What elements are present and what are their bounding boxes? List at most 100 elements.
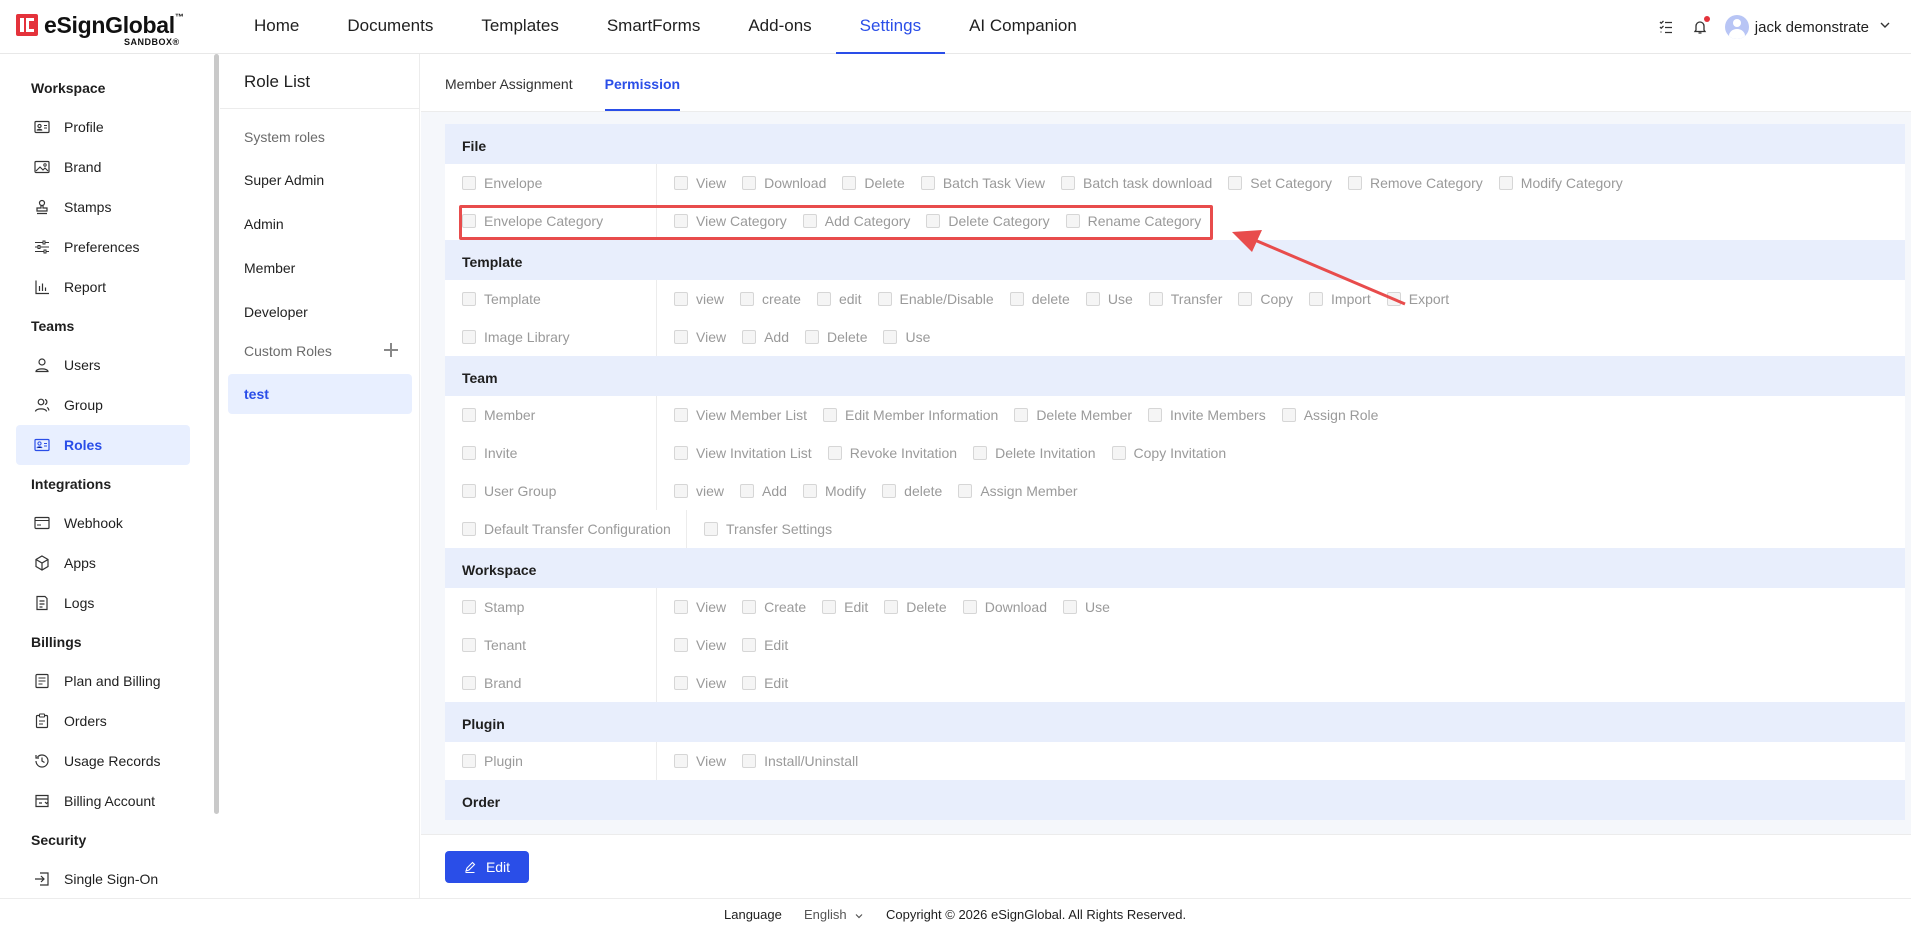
permission-option-remove-category[interactable]: Remove Category: [1347, 175, 1483, 191]
permission-option-use[interactable]: Use: [1085, 291, 1133, 307]
checkbox[interactable]: [958, 484, 973, 498]
nav-item-smartforms[interactable]: SmartForms: [583, 0, 725, 54]
role-item-test[interactable]: test: [228, 374, 412, 414]
checkbox[interactable]: [674, 446, 688, 460]
permission-option-delete-member[interactable]: Delete Member: [1014, 407, 1132, 423]
permission-row-checkbox[interactable]: Stamp: [445, 588, 657, 626]
permission-option-add[interactable]: Add: [740, 483, 787, 499]
sidebar-item-orders[interactable]: Orders: [16, 701, 190, 741]
edit-button[interactable]: Edit: [445, 851, 529, 883]
checkbox[interactable]: [920, 176, 935, 190]
checkbox[interactable]: [740, 292, 755, 306]
role-item-admin[interactable]: Admin: [228, 204, 412, 244]
checkbox[interactable]: [1014, 408, 1029, 422]
nav-item-templates[interactable]: Templates: [457, 0, 582, 54]
checkbox[interactable]: [462, 176, 476, 190]
checkbox[interactable]: [1498, 176, 1513, 190]
checkbox[interactable]: [1148, 292, 1163, 306]
permission-option-edit[interactable]: Edit: [742, 675, 788, 691]
sidebar-scrollbar[interactable]: [214, 54, 219, 814]
checkbox[interactable]: [742, 176, 757, 190]
checkbox[interactable]: [674, 330, 688, 344]
nav-item-add-ons[interactable]: Add-ons: [724, 0, 835, 54]
role-item-member[interactable]: Member: [228, 248, 412, 288]
sidebar-item-sso[interactable]: Single Sign-On: [16, 859, 190, 898]
checkbox[interactable]: [462, 446, 476, 460]
checkbox[interactable]: [802, 484, 817, 498]
permission-option-set-category[interactable]: Set Category: [1228, 175, 1332, 191]
sidebar-item-profile[interactable]: Profile: [16, 107, 190, 147]
notification-bell-icon[interactable]: [1689, 16, 1711, 38]
checkbox[interactable]: [1061, 176, 1076, 190]
checkbox[interactable]: [1347, 176, 1362, 190]
checkbox[interactable]: [973, 446, 988, 460]
permission-option-assign-role[interactable]: Assign Role: [1281, 407, 1378, 423]
permission-option-delete-invitation[interactable]: Delete Invitation: [973, 445, 1096, 461]
permission-row-checkbox[interactable]: Envelope Category: [445, 202, 657, 240]
checkbox[interactable]: [674, 754, 688, 768]
sidebar-item-stamps[interactable]: Stamps: [16, 187, 190, 227]
permission-option-edit[interactable]: Edit: [742, 637, 788, 653]
permission-option-view[interactable]: view: [674, 291, 724, 307]
sidebar-item-roles[interactable]: Roles: [16, 425, 190, 465]
permission-option-modify[interactable]: Modify: [802, 483, 866, 499]
checkbox[interactable]: [742, 676, 757, 690]
permission-option-create[interactable]: Create: [742, 599, 806, 615]
permission-option-revoke-invitation[interactable]: Revoke Invitation: [827, 445, 957, 461]
checkbox[interactable]: [1062, 600, 1077, 614]
checkbox[interactable]: [1238, 292, 1253, 306]
checkbox[interactable]: [1065, 214, 1080, 228]
sidebar-item-users[interactable]: Users: [16, 345, 190, 385]
user-name[interactable]: jack demonstrate: [1755, 19, 1869, 36]
permission-option-download[interactable]: Download: [742, 175, 826, 191]
permission-scroll-container[interactable]: File Envelope View Download Delete Batch Task…: [445, 124, 1907, 836]
checkbox[interactable]: [1386, 292, 1401, 306]
checkbox[interactable]: [674, 676, 688, 690]
permission-row-checkbox[interactable]: Brand: [445, 664, 657, 702]
permission-option-edit[interactable]: Edit: [822, 599, 868, 615]
permission-option-view[interactable]: View: [674, 175, 726, 191]
checkbox[interactable]: [962, 600, 977, 614]
permission-option-add[interactable]: Add: [742, 329, 789, 345]
nav-item-settings[interactable]: Settings: [835, 0, 946, 54]
permission-option-use[interactable]: Use: [1062, 599, 1110, 615]
checkbox[interactable]: [884, 600, 899, 614]
checkbox[interactable]: [462, 408, 476, 422]
permission-option-download[interactable]: Download: [962, 599, 1047, 615]
tab-member-assignment[interactable]: Member Assignment: [445, 54, 573, 111]
checkbox[interactable]: [926, 214, 941, 228]
permission-option-batch-task-download[interactable]: Batch task download: [1061, 175, 1212, 191]
nav-item-documents[interactable]: Documents: [323, 0, 457, 54]
checkbox[interactable]: [816, 292, 831, 306]
permission-option-view[interactable]: View: [674, 675, 726, 691]
checkbox[interactable]: [674, 292, 688, 306]
nav-item-home[interactable]: Home: [230, 0, 323, 54]
sidebar-item-webhook[interactable]: Webhook: [16, 503, 190, 543]
permission-option-transfer[interactable]: Transfer: [1148, 291, 1222, 307]
checkbox[interactable]: [462, 214, 476, 228]
chevron-down-icon[interactable]: [1879, 18, 1891, 36]
user-avatar[interactable]: [1724, 15, 1749, 39]
sidebar-item-group[interactable]: Group: [16, 385, 190, 425]
checkbox[interactable]: [1085, 292, 1100, 306]
permission-option-delete[interactable]: delete: [882, 483, 942, 499]
brand-logo[interactable]: eSignGlobal™ SANDBOX®: [16, 12, 186, 47]
permission-row-checkbox[interactable]: Image Library: [445, 318, 657, 356]
checkbox[interactable]: [883, 330, 898, 344]
permission-row-checkbox[interactable]: Member: [445, 396, 657, 434]
nav-item-ai-companion[interactable]: AI Companion: [945, 0, 1101, 54]
checkbox[interactable]: [1228, 176, 1243, 190]
checkbox[interactable]: [674, 176, 688, 190]
checkbox[interactable]: [882, 484, 897, 498]
permission-option-view-category[interactable]: View Category: [674, 213, 787, 229]
permission-option-transfer-settings[interactable]: Transfer Settings: [704, 521, 832, 537]
permission-row-checkbox[interactable]: Tenant: [445, 626, 657, 664]
permission-option-view[interactable]: View: [674, 329, 726, 345]
task-list-icon[interactable]: [1655, 16, 1677, 38]
permission-option-view-invitation-list[interactable]: View Invitation List: [674, 445, 812, 461]
role-item-developer[interactable]: Developer: [228, 292, 412, 332]
permission-option-use[interactable]: Use: [883, 329, 930, 345]
permission-option-add-category[interactable]: Add Category: [802, 213, 910, 229]
sidebar-item-plan-billing[interactable]: Plan and Billing: [16, 661, 190, 701]
checkbox[interactable]: [877, 292, 892, 306]
